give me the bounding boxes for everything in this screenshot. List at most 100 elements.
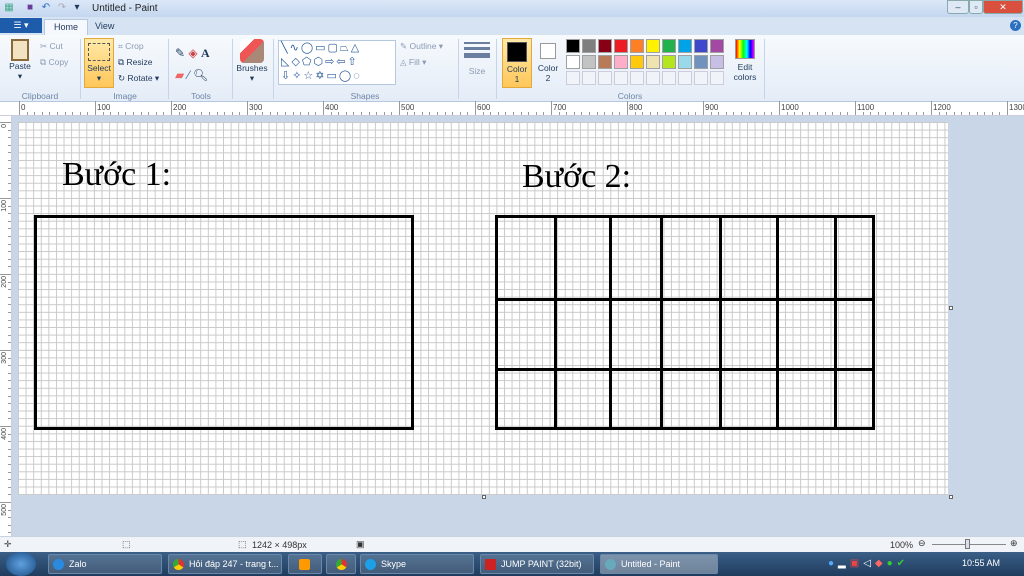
palette-swatch[interactable] bbox=[630, 55, 644, 69]
security-icon[interactable]: ◆ bbox=[875, 558, 887, 569]
resize-button[interactable]: ⧉ Resize bbox=[118, 57, 152, 68]
ruler-tick bbox=[8, 167, 11, 169]
palette-swatch[interactable] bbox=[582, 71, 596, 85]
close-button[interactable]: ✕ bbox=[983, 0, 1023, 14]
ruler-tick bbox=[49, 112, 51, 115]
taskbar-item-paint[interactable]: Untitled - Paint bbox=[600, 554, 718, 574]
ruler-tick bbox=[8, 410, 11, 412]
palette-swatch[interactable] bbox=[662, 71, 676, 85]
palette-swatch[interactable] bbox=[662, 55, 676, 69]
palette-swatch[interactable] bbox=[582, 55, 596, 69]
palette-swatch[interactable] bbox=[566, 39, 580, 53]
select-button[interactable]: Select ▾ bbox=[84, 38, 114, 88]
palette-swatch[interactable] bbox=[710, 71, 724, 85]
taskbar-item-jump-paint[interactable]: JUMP PAINT (32bit) bbox=[480, 554, 594, 574]
rotate-button[interactable]: ↻ Rotate ▾ bbox=[118, 73, 159, 84]
eraser-icon[interactable]: ▰ bbox=[175, 68, 184, 82]
palette-swatch[interactable] bbox=[646, 71, 660, 85]
check-tray-icon[interactable]: ✔ bbox=[897, 558, 909, 569]
tab-home[interactable]: Home bbox=[44, 19, 89, 35]
fill-bucket-icon[interactable]: ◈ bbox=[188, 46, 197, 60]
edit-colors-button[interactable]: Edit colors bbox=[733, 39, 757, 82]
palette-swatch[interactable] bbox=[646, 55, 660, 69]
palette-swatch[interactable] bbox=[598, 55, 612, 69]
taskbar-item-skype[interactable]: Skype bbox=[360, 554, 474, 574]
zalo-tray-icon[interactable]: ● bbox=[828, 558, 838, 569]
size-button[interactable]: Size bbox=[464, 40, 490, 76]
network-icon[interactable]: ▂ bbox=[838, 558, 850, 569]
resize-handle-bottom[interactable] bbox=[482, 495, 486, 499]
taskbar-item-media[interactable] bbox=[288, 554, 322, 574]
palette-swatch[interactable] bbox=[678, 71, 692, 85]
cut-button[interactable]: ✂ Cut bbox=[40, 41, 63, 52]
palette-swatch[interactable] bbox=[678, 55, 692, 69]
palette-swatch[interactable] bbox=[678, 39, 692, 53]
volume-icon[interactable]: ◁ bbox=[863, 558, 875, 569]
zoom-slider-thumb[interactable] bbox=[965, 539, 970, 549]
crop-button[interactable]: ⌗ Crop bbox=[118, 41, 144, 52]
ruler-tick bbox=[809, 112, 811, 115]
ruler-tick bbox=[102, 112, 104, 115]
tab-view[interactable]: View bbox=[86, 19, 123, 35]
help-icon[interactable]: ? bbox=[1010, 20, 1021, 31]
palette-swatch[interactable] bbox=[582, 39, 596, 53]
resize-handle-right[interactable] bbox=[949, 306, 953, 310]
palette-swatch[interactable] bbox=[662, 39, 676, 53]
palette-swatch[interactable] bbox=[598, 39, 612, 53]
paste-button[interactable]: Paste ▾ bbox=[6, 39, 34, 82]
shapes-gallery[interactable]: ╲∿◯▭▢⏢△ ◺◇⬠⬡⇨⇦⇧ ⇩✧☆✡▭◯◌ bbox=[278, 40, 396, 85]
palette-swatch[interactable] bbox=[630, 71, 644, 85]
redo-icon[interactable]: ↷ bbox=[56, 2, 68, 14]
customize-quick-access-icon[interactable]: ▾ bbox=[71, 2, 83, 14]
color-picker-icon[interactable]: ⁄ bbox=[188, 68, 190, 82]
text-tool-icon[interactable]: A bbox=[201, 46, 210, 60]
palette-swatch[interactable] bbox=[694, 71, 708, 85]
palette-swatch[interactable] bbox=[630, 39, 644, 53]
taskbar: Zalo Hỏi đáp 247 - trang t... Skype JUMP… bbox=[0, 552, 1024, 576]
taskbar-item-chrome[interactable]: Hỏi đáp 247 - trang t... bbox=[168, 554, 282, 574]
palette-swatch[interactable] bbox=[614, 71, 628, 85]
zoom-in-button[interactable]: ⊕ bbox=[1010, 538, 1018, 549]
refresh-tray-icon[interactable]: ● bbox=[887, 558, 897, 569]
zoom-out-button[interactable]: ⊖ bbox=[918, 538, 926, 549]
taskbar-item-zalo[interactable]: Zalo bbox=[48, 554, 162, 574]
drawing-canvas[interactable]: Bước 1: Bước 2: bbox=[18, 122, 948, 495]
ruler-tick bbox=[8, 258, 11, 260]
brushes-button[interactable]: Brushes ▾ bbox=[236, 39, 268, 84]
outline-button[interactable]: ✎ Outline ▾ bbox=[400, 41, 443, 52]
save-icon[interactable]: ■ bbox=[24, 2, 36, 14]
grid-line bbox=[660, 215, 663, 430]
ruler-tick bbox=[573, 112, 575, 115]
palette-swatch[interactable] bbox=[598, 71, 612, 85]
undo-icon[interactable]: ↶ bbox=[40, 2, 52, 14]
taskbar-item-chrome2[interactable] bbox=[326, 554, 356, 574]
palette-swatch[interactable] bbox=[566, 55, 580, 69]
palette-swatch[interactable] bbox=[694, 55, 708, 69]
color2-button[interactable]: Color 2 bbox=[536, 38, 560, 83]
palette-swatch[interactable] bbox=[566, 71, 580, 85]
clock[interactable]: 10:55 AM bbox=[962, 558, 1000, 568]
copy-button[interactable]: ⧉ Copy bbox=[40, 57, 68, 68]
paint-menu-button[interactable]: ☰ ▾ bbox=[0, 18, 42, 33]
system-tray[interactable]: ●▂▣◁◆●✔ bbox=[828, 558, 909, 569]
palette-swatch[interactable] bbox=[614, 55, 628, 69]
minimize-button[interactable]: – bbox=[947, 0, 969, 14]
start-button[interactable] bbox=[6, 552, 36, 576]
palette-swatch[interactable] bbox=[614, 39, 628, 53]
palette-swatch[interactable] bbox=[646, 39, 660, 53]
palette-swatch[interactable] bbox=[710, 55, 724, 69]
ruler-tick bbox=[467, 112, 469, 115]
resize-handle-corner[interactable] bbox=[949, 495, 953, 499]
ruler-tick bbox=[8, 524, 11, 526]
ruler-tick bbox=[551, 101, 552, 115]
ruler-label: 400 bbox=[325, 103, 339, 112]
maximize-button[interactable]: ▫ bbox=[969, 0, 983, 14]
ruler-tick bbox=[193, 112, 195, 115]
pencil-icon[interactable]: ✎ bbox=[175, 46, 185, 60]
v-tray-icon[interactable]: ▣ bbox=[850, 558, 863, 569]
color1-button[interactable]: Color 1 bbox=[502, 38, 532, 88]
palette-swatch[interactable] bbox=[710, 39, 724, 53]
palette-swatch[interactable] bbox=[694, 39, 708, 53]
magnifier-icon[interactable]: 🔍︎ bbox=[193, 68, 208, 82]
fill-button[interactable]: ◬ Fill ▾ bbox=[400, 57, 426, 68]
